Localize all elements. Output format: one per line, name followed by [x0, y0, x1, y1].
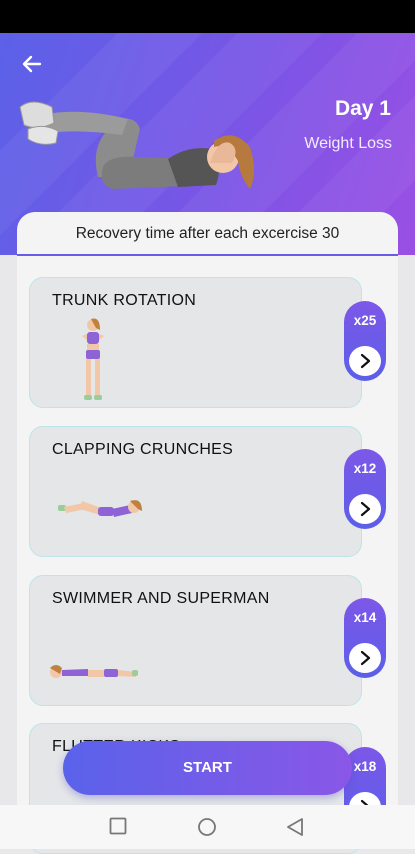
- day-title: Day 1: [334, 97, 391, 120]
- status-bar: [0, 0, 415, 33]
- chevron-right-icon: [360, 501, 371, 517]
- triangle-icon[interactable]: [286, 817, 304, 837]
- exercise-card[interactable]: SWIMMER AND SUPERMAN: [29, 575, 362, 706]
- back-button[interactable]: [18, 51, 48, 77]
- exercise-illustration: [58, 500, 142, 517]
- exercise-card[interactable]: CLAPPING CRUNCHES: [29, 426, 362, 557]
- recovery-time-text: Recovery time after each excercise 30: [17, 212, 398, 256]
- rep-count: x12: [353, 461, 377, 476]
- exercise-illustration: [82, 318, 104, 400]
- rep-count: x14: [353, 610, 377, 625]
- next-button[interactable]: [349, 494, 381, 524]
- rep-count-pill: x12: [344, 449, 386, 529]
- square-icon[interactable]: [109, 817, 127, 835]
- exercise-name: CLAPPING CRUNCHES: [52, 441, 234, 458]
- exercise-name: TRUNK ROTATION: [52, 292, 197, 309]
- start-button[interactable]: START: [63, 741, 352, 795]
- rep-count-pill: x14: [344, 598, 386, 678]
- rep-count: x25: [353, 313, 377, 328]
- circle-icon[interactable]: [197, 817, 217, 837]
- exercise-name: SWIMMER AND SUPERMAN: [52, 590, 270, 607]
- chevron-right-icon: [360, 353, 371, 369]
- rep-count-pill: x25: [344, 301, 386, 381]
- arrow-left-icon: [22, 55, 42, 73]
- exercise-illustration: [50, 665, 138, 678]
- chevron-right-icon: [360, 650, 371, 666]
- program-subtitle: Weight Loss: [304, 135, 392, 152]
- exercise-card[interactable]: TRUNK ROTATION: [29, 277, 362, 408]
- crunch-exercise-illustration: [19, 101, 254, 189]
- system-nav-bar: [0, 805, 415, 849]
- next-button[interactable]: [349, 643, 381, 673]
- next-button[interactable]: [349, 346, 381, 376]
